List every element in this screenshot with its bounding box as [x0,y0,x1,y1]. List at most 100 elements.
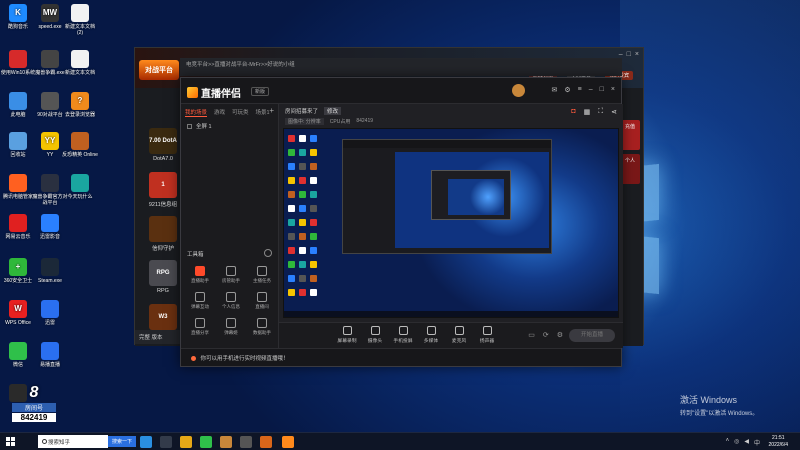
desktop-icon[interactable]: W WPS Office [0,300,36,326]
desktop-icon[interactable]: +360安全卫士 [0,258,36,284]
collapse-toolbox-icon[interactable] [264,249,272,257]
game-tile[interactable]: 1 [149,172,177,198]
app-title-controls: ✉ ⚙ ≡ – □ × [552,86,615,94]
launcher-taskbar-icon[interactable] [220,436,232,448]
share-icon[interactable]: ⋖ [611,108,617,116]
source-label: 手机投屏 [393,339,413,344]
preview-desktop-icon [310,289,317,296]
search-button[interactable]: 搜索一下 [108,436,137,447]
add-scene-icon[interactable]: + [269,106,274,115]
preview-desktop-icon [310,191,317,198]
version-badge[interactable]: 新版 [251,87,270,96]
activate-hint: 转到"设置"以激活 Windows。 [680,411,759,417]
desktop-icon[interactable]: 回收站 [0,132,36,158]
source-button[interactable]: 摄像头 [361,326,389,344]
close-icon[interactable]: × [611,86,615,94]
desktop-icon[interactable]: 今天玩什么 [62,174,98,200]
scene-tab[interactable]: 游戏 [214,108,225,117]
desktop-icon[interactable]: 反恐精英 Online [62,132,98,158]
desktop-icon[interactable]: 新建文本文档(2) [62,4,98,36]
chevron-up-icon[interactable]: ˄ [726,438,730,447]
source-button[interactable]: 手机投屏 [389,326,417,344]
desktop-icon[interactable]: 迅雷 [32,300,68,326]
toolbox-item[interactable]: 直播助手 [185,266,215,284]
desktop-icon[interactable]: 网易云音乐 [0,214,36,240]
camera-icon[interactable]: ▭ [528,331,535,339]
minimize-icon[interactable]: – [589,86,593,94]
scene-tab[interactable]: 我的场景 [185,108,208,117]
edge-icon[interactable] [140,436,152,448]
toolbox-item[interactable]: 个人信息 [216,292,246,310]
visibility-checkbox[interactable] [187,123,192,129]
preview-desktop-icon [288,177,295,184]
game-tile[interactable] [149,216,177,242]
volume-icon[interactable]: ◀ [744,438,749,447]
toolbox-item[interactable]: 数据助手 [247,318,277,336]
message-icon[interactable]: ✉ [552,86,558,94]
launcher-window-controls[interactable]: – □ × [619,51,639,58]
app-titlebar: 直播伴侣 新版 ✉ ⚙ ≡ – □ × [181,78,621,104]
scene-item[interactable]: 全屏 1 [187,122,212,130]
toolbox-item[interactable]: 主播任务 [247,266,277,284]
settings-icon[interactable]: ⚙ [557,331,563,339]
ime-icon[interactable]: 中 [754,438,760,447]
game-taskbar-icon[interactable] [260,436,272,448]
taskbar-search-input[interactable]: 搜索知乎 [38,435,108,448]
source-button[interactable]: 多媒体 [417,326,445,344]
close-icon[interactable]: × [635,51,639,58]
wechat-icon[interactable] [200,436,212,448]
clock[interactable]: 21:51 2022/6/4 [769,435,788,449]
start-live-button[interactable]: 开始直播 [569,329,615,342]
refresh-icon[interactable]: ⟳ [543,331,549,339]
preview-desktop-icon [299,289,306,296]
scene-tab[interactable]: 可玩类 [232,108,249,117]
game-tile[interactable]: 7.00 DotA [149,128,177,154]
app-taskbar-icon[interactable] [240,436,252,448]
live-companion-taskbar-icon[interactable] [282,436,294,448]
desktop-icon[interactable]: 易播直播 [32,342,68,368]
source-button[interactable]: 扬声器 [473,326,501,344]
streaming-app-window[interactable]: 直播伴侣 新版 ✉ ⚙ ≡ – □ × 我的场景 游戏 可玩类 场景1 + 全屏 1 … [180,77,623,367]
maximize-icon[interactable]: □ [627,51,631,58]
toolbox-item[interactable]: 房管助手 [216,266,246,284]
desktop-icon[interactable]: Steam.exe [32,258,68,284]
desktop-icon[interactable]: 此电脑 [0,92,36,118]
desktop-icon[interactable]: 新建文本文档 [62,50,98,76]
gift-icon[interactable]: ◘ [571,108,575,116]
desktop-icon-label: 此电脑 [10,112,26,118]
desktop-icon[interactable]: 腾讯电脑管家 [0,174,36,200]
toolbox-item[interactable]: 弹幕互动 [185,292,215,310]
preview-area: 房间招募来了 修改 ◘ ▦ ⛶ ⋖ 图像中: 分辨率 CPU占用 842419 [279,104,623,348]
desktop-icon[interactable]: K 酷狗音乐 [0,4,36,30]
toolbox-item[interactable]: 直播分享 [185,318,215,336]
minimize-icon[interactable]: – [619,51,623,58]
start-button[interactable] [6,437,16,447]
preview-desktop-icon [310,247,317,254]
scene-tab[interactable]: 场景1 [256,108,270,117]
activate-title: 激活 Windows [680,395,738,405]
source-button[interactable]: 麦克风 [445,326,473,344]
game-tile[interactable]: RPG [149,260,177,286]
source-button[interactable]: 屏幕录制 [333,326,361,344]
toolbox-item[interactable]: 直播间 [247,292,277,310]
mobile-live-notice[interactable]: 你可以用手机进行实时视频直播哦！ [181,348,621,366]
avatar[interactable] [512,84,525,97]
edit-announcement-button[interactable]: 修改 [324,107,342,115]
toolbox-item[interactable]: 弹幕姬 [216,318,246,336]
desktop-icon[interactable]: 微信 [0,342,36,368]
app-icon: K [9,4,27,22]
promo-personal[interactable]: 个人 [620,154,640,184]
desktop-icon[interactable]: ? 去登录浏览器 [62,92,98,118]
desktop-icon[interactable]: 使用Win10系统 [0,50,36,76]
settings-icon[interactable]: ⚙ [564,86,570,94]
maximize-icon[interactable]: □ [600,86,604,94]
file-explorer-icon[interactable] [180,436,192,448]
desktop-icon[interactable]: 迅雷影音 [32,214,68,240]
promo-recharge[interactable]: 充值 [620,120,640,150]
layout-icon[interactable]: ▦ [584,108,591,116]
game-tile[interactable]: W3 [149,304,177,330]
network-icon[interactable]: ◎ [734,438,739,447]
fullscreen-icon[interactable]: ⛶ [598,108,603,116]
menu-icon[interactable]: ≡ [578,86,582,94]
task-view-icon[interactable] [160,436,172,448]
